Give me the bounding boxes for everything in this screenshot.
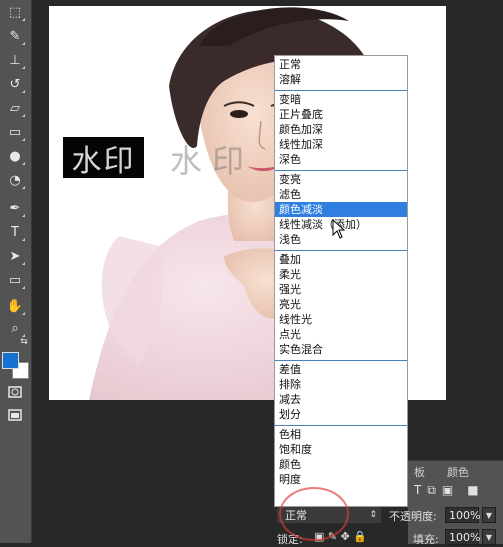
blend-mode-group: 叠加 柔光 强光 亮光 线性光 点光 实色混合 <box>275 251 407 361</box>
type-tool-icon[interactable]: T <box>4 222 26 242</box>
watermark-text-layer[interactable]: 水印 <box>63 137 144 179</box>
blend-mode-item[interactable]: 线性光 <box>275 312 407 327</box>
blend-mode-item[interactable]: 减去 <box>275 392 407 407</box>
blend-mode-item[interactable]: 明度 <box>275 472 407 487</box>
panel-tab-color[interactable]: 颜色 <box>441 464 475 479</box>
foreground-color-swatch[interactable] <box>2 352 19 369</box>
tool-group-indicator <box>22 114 25 117</box>
blend-mode-group: 色相 饱和度 颜色 明度 <box>275 426 407 490</box>
gradient-tool-icon[interactable]: ▭ <box>4 122 26 142</box>
tool-group-indicator <box>22 186 25 189</box>
swap-colors-icon[interactable]: ⇆ <box>18 336 30 348</box>
blur-tool-icon[interactable]: ● <box>4 146 26 166</box>
marquee-tool-icon[interactable]: ⬚ <box>4 2 26 22</box>
panel-tab-partial[interactable]: 板 <box>408 464 431 479</box>
tool-group-indicator <box>22 42 25 45</box>
opacity-label: 不透明度: <box>389 510 437 523</box>
tool-group-indicator <box>22 286 25 289</box>
blend-mode-item[interactable]: 柔光 <box>275 267 407 282</box>
blend-mode-group: 差值 排除 减去 划分 <box>275 361 407 426</box>
brush-tool-icon[interactable]: ✎ <box>4 26 26 46</box>
shape-tool-icon[interactable]: ▭ <box>4 270 26 290</box>
stamp-tool-icon[interactable]: ⊥ <box>4 50 26 70</box>
blend-mode-item[interactable]: 变暗 <box>275 92 407 107</box>
fill-label: 填充: <box>413 533 439 546</box>
blend-mode-item[interactable]: 点光 <box>275 327 407 342</box>
tool-group-indicator <box>22 262 25 265</box>
type-filter-icon[interactable]: T <box>414 483 421 499</box>
blend-mode-item[interactable]: 正常 <box>275 57 407 72</box>
blend-mode-item[interactable]: 滤色 <box>275 187 407 202</box>
blend-mode-item[interactable]: 实色混合 <box>275 342 407 357</box>
quick-mask-icon[interactable] <box>4 382 26 402</box>
tool-group-indicator <box>22 66 25 69</box>
blend-mode-group: 正常 溶解 <box>275 56 407 91</box>
tool-group-indicator <box>22 138 25 141</box>
select-arrows-icon: ⇕ <box>369 510 377 520</box>
blend-mode-item[interactable]: 线性加深 <box>275 137 407 152</box>
screen-mode-icon[interactable] <box>4 405 26 425</box>
blend-mode-item[interactable]: 深色 <box>275 152 407 167</box>
blend-mode-item[interactable]: 色相 <box>275 427 407 442</box>
blend-mode-item[interactable]: 溶解 <box>275 72 407 87</box>
tool-group-indicator <box>22 18 25 21</box>
toggle-filter-icon[interactable]: ■ <box>467 483 478 499</box>
transform-filter-icon[interactable]: ⧉ <box>427 483 436 499</box>
opacity-dropdown-icon[interactable]: ▼ <box>482 507 496 523</box>
blend-mode-group: 变暗 正片叠底 颜色加深 线性加深 深色 <box>275 91 407 171</box>
blend-mode-item[interactable]: 划分 <box>275 407 407 422</box>
tool-group-indicator <box>22 312 25 315</box>
hand-tool-icon[interactable]: ✋ <box>4 296 26 316</box>
blend-mode-item[interactable]: 变亮 <box>275 172 407 187</box>
opacity-input[interactable]: 100% <box>445 507 480 523</box>
mouse-cursor-icon <box>332 219 346 239</box>
path-select-tool-icon[interactable]: ➤ <box>4 246 26 266</box>
blend-mode-item[interactable]: 强光 <box>275 282 407 297</box>
tool-group-indicator <box>22 238 25 241</box>
annotation-circle <box>279 487 349 541</box>
blend-mode-item[interactable]: 颜色减淡 <box>275 202 407 217</box>
smart-object-filter-icon[interactable]: ▣ <box>442 483 453 499</box>
blend-mode-item[interactable]: 正片叠底 <box>275 107 407 122</box>
pen-tool-icon[interactable]: ✒ <box>4 198 26 218</box>
blend-mode-item[interactable]: 颜色加深 <box>275 122 407 137</box>
blend-mode-item[interactable]: 颜色 <box>275 457 407 472</box>
blend-mode-item[interactable]: 亮光 <box>275 297 407 312</box>
zoom-tool-icon[interactable]: ⌕ <box>4 318 26 338</box>
history-brush-tool-icon[interactable]: ↺ <box>4 74 26 94</box>
tool-group-indicator <box>22 214 25 217</box>
dodge-tool-icon[interactable]: ◔ <box>4 170 26 190</box>
blend-mode-item[interactable]: 差值 <box>275 362 407 377</box>
blend-mode-menu: 正常 溶解 变暗 正片叠底 颜色加深 线性加深 深色 变亮 滤色 颜色减淡 线性减淡（添加） 浅色 叠加… <box>274 55 408 507</box>
blend-mode-item[interactable]: 饱和度 <box>275 442 407 457</box>
blend-mode-item[interactable]: 叠加 <box>275 252 407 267</box>
tool-group-indicator <box>22 90 25 93</box>
tools-panel: ⬚ ✎ ⊥ ↺ ▱ ▭ ● ◔ ✒ T ➤ ▭ ✋ ⌕ <box>0 0 32 543</box>
tool-group-indicator <box>22 162 25 165</box>
blend-mode-group: 变亮 滤色 颜色减淡 线性减淡（添加） 浅色 <box>275 171 407 251</box>
blend-mode-item[interactable]: 排除 <box>275 377 407 392</box>
eraser-tool-icon[interactable]: ▱ <box>4 98 26 118</box>
